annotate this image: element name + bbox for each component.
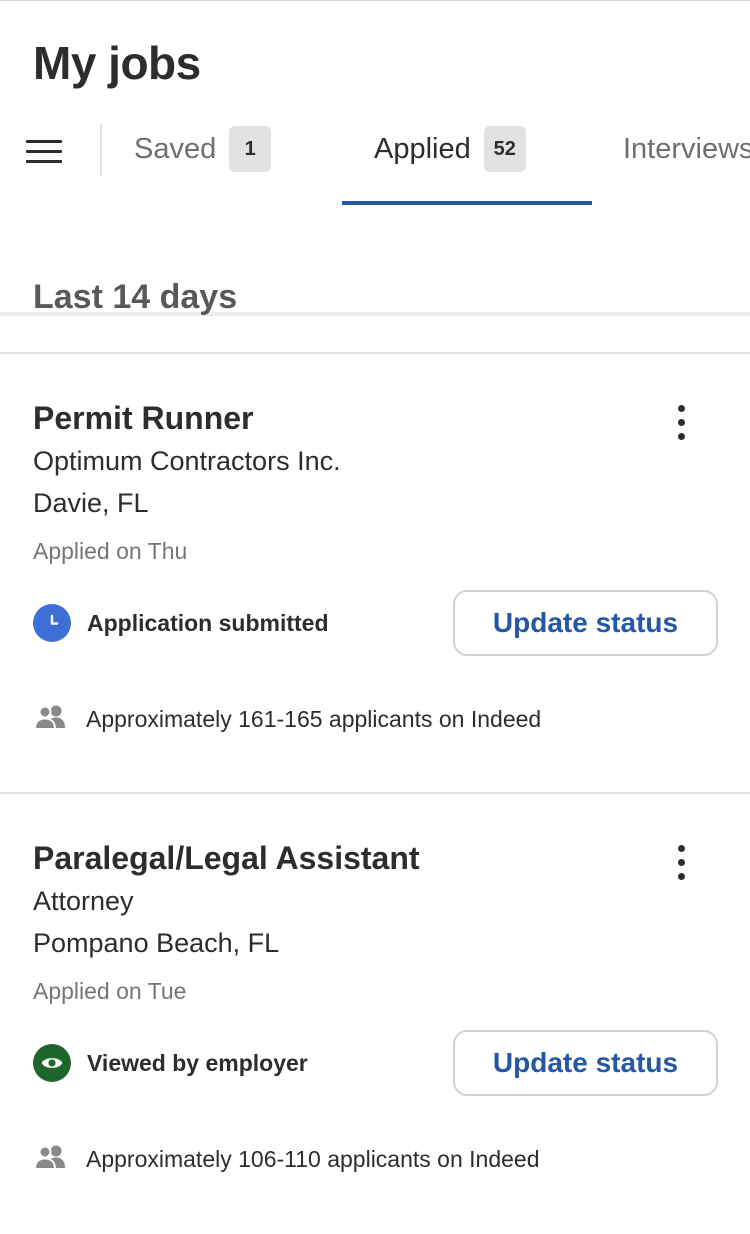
tab-saved-label: Saved: [134, 132, 217, 165]
tab-saved-count-badge: 1: [229, 126, 272, 172]
application-status: Viewed by employer: [33, 1044, 308, 1082]
people-icon: [33, 704, 69, 735]
job-title[interactable]: Permit Runner: [33, 400, 253, 437]
job-status-tabs: Saved 1 Applied 52 Interviews: [0, 110, 750, 316]
update-status-button[interactable]: Update status: [453, 590, 718, 656]
top-border: [0, 0, 750, 1]
hamburger-menu-icon[interactable]: [26, 138, 62, 166]
section-heading: Last 14 days: [33, 278, 238, 316]
tab-applied-count-badge: 52: [483, 126, 526, 172]
job-card: Paralegal/Legal Assistant Attorney Pompa…: [0, 794, 750, 1234]
applicants-info: Approximately 106-110 applicants on Inde…: [33, 1142, 540, 1176]
applicants-text: Approximately 106-110 applicants on Inde…: [86, 1145, 540, 1172]
tab-applied[interactable]: Applied 52: [374, 124, 526, 174]
job-location: Davie, FL: [33, 488, 149, 518]
tab-interviews-label: Interviews: [623, 132, 750, 165]
job-applied-date: Applied on Tue: [33, 978, 187, 1004]
tab-applied-label: Applied: [374, 132, 471, 165]
people-icon: [33, 1144, 69, 1175]
page-title: My jobs: [33, 37, 201, 89]
status-text: Viewed by employer: [87, 1049, 308, 1076]
job-card: Permit Runner Optimum Contractors Inc. D…: [0, 354, 750, 794]
clock-icon: [33, 604, 71, 642]
job-company: Optimum Contractors Inc.: [33, 446, 341, 476]
job-company: Attorney: [33, 886, 134, 916]
update-status-button[interactable]: Update status: [453, 1030, 718, 1096]
job-title[interactable]: Paralegal/Legal Assistant: [33, 840, 420, 877]
active-tab-indicator: [342, 201, 592, 205]
eye-icon: [33, 1044, 71, 1082]
status-text: Application submitted: [87, 609, 329, 636]
applicants-text: Approximately 161-165 applicants on Inde…: [86, 705, 542, 732]
more-options-icon[interactable]: [664, 844, 700, 884]
tab-interviews[interactable]: Interviews: [623, 124, 750, 174]
applicants-info: Approximately 161-165 applicants on Inde…: [33, 702, 541, 736]
tab-divider: [100, 124, 102, 176]
job-location: Pompano Beach, FL: [33, 928, 280, 958]
tab-saved[interactable]: Saved 1: [134, 124, 272, 174]
application-status: Application submitted: [33, 604, 329, 642]
job-applied-date: Applied on Thu: [33, 538, 188, 564]
more-options-icon[interactable]: [664, 404, 700, 444]
